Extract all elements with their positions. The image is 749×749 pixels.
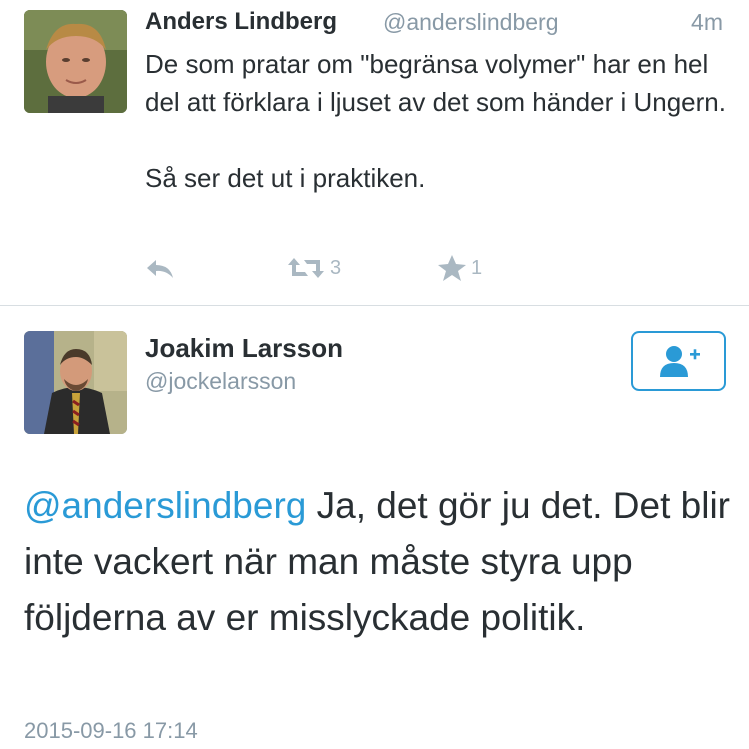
tweet-text: @anderslindberg Ja, det gör ju det. Det …	[24, 478, 734, 646]
tweet-text: De som pratar om "begränsa volymer" har …	[145, 45, 735, 197]
author-name[interactable]: Anders Lindberg	[145, 8, 337, 36]
favorite-count: 1	[471, 256, 483, 279]
avatar-image	[24, 10, 127, 113]
avatar[interactable]	[24, 331, 127, 434]
avatar[interactable]	[24, 10, 127, 113]
tweet-text-paragraph: De som pratar om "begränsa volymer" har …	[145, 49, 726, 117]
reply-button[interactable]	[144, 248, 176, 288]
follow-user-icon	[659, 346, 700, 377]
author-handle[interactable]: @jockelarsson	[145, 368, 296, 395]
tweet-actions: 3 1	[0, 248, 749, 288]
reply-icon	[147, 260, 173, 278]
retweet-button[interactable]: 3	[286, 248, 341, 288]
author-handle[interactable]: @anderslindberg	[383, 9, 559, 36]
follow-button[interactable]	[631, 331, 726, 391]
tweet-time: 4m	[691, 9, 723, 35]
tweet-timestamp: 2015-09-16 17:14	[24, 718, 198, 743]
star-icon	[438, 255, 466, 281]
avatar-image	[24, 331, 127, 434]
favorite-button[interactable]: 1	[437, 248, 482, 288]
mention-link[interactable]: @anderslindberg	[24, 485, 306, 526]
retweet-icon	[288, 258, 324, 278]
divider	[0, 305, 749, 306]
author-name[interactable]: Joakim Larsson	[145, 333, 343, 364]
retweet-count: 3	[330, 256, 342, 279]
tweet-anders-lindberg: Anders Lindberg @anderslindberg 4m De so…	[0, 0, 749, 306]
tweet-text-paragraph: Så ser det ut i praktiken.	[145, 163, 426, 193]
